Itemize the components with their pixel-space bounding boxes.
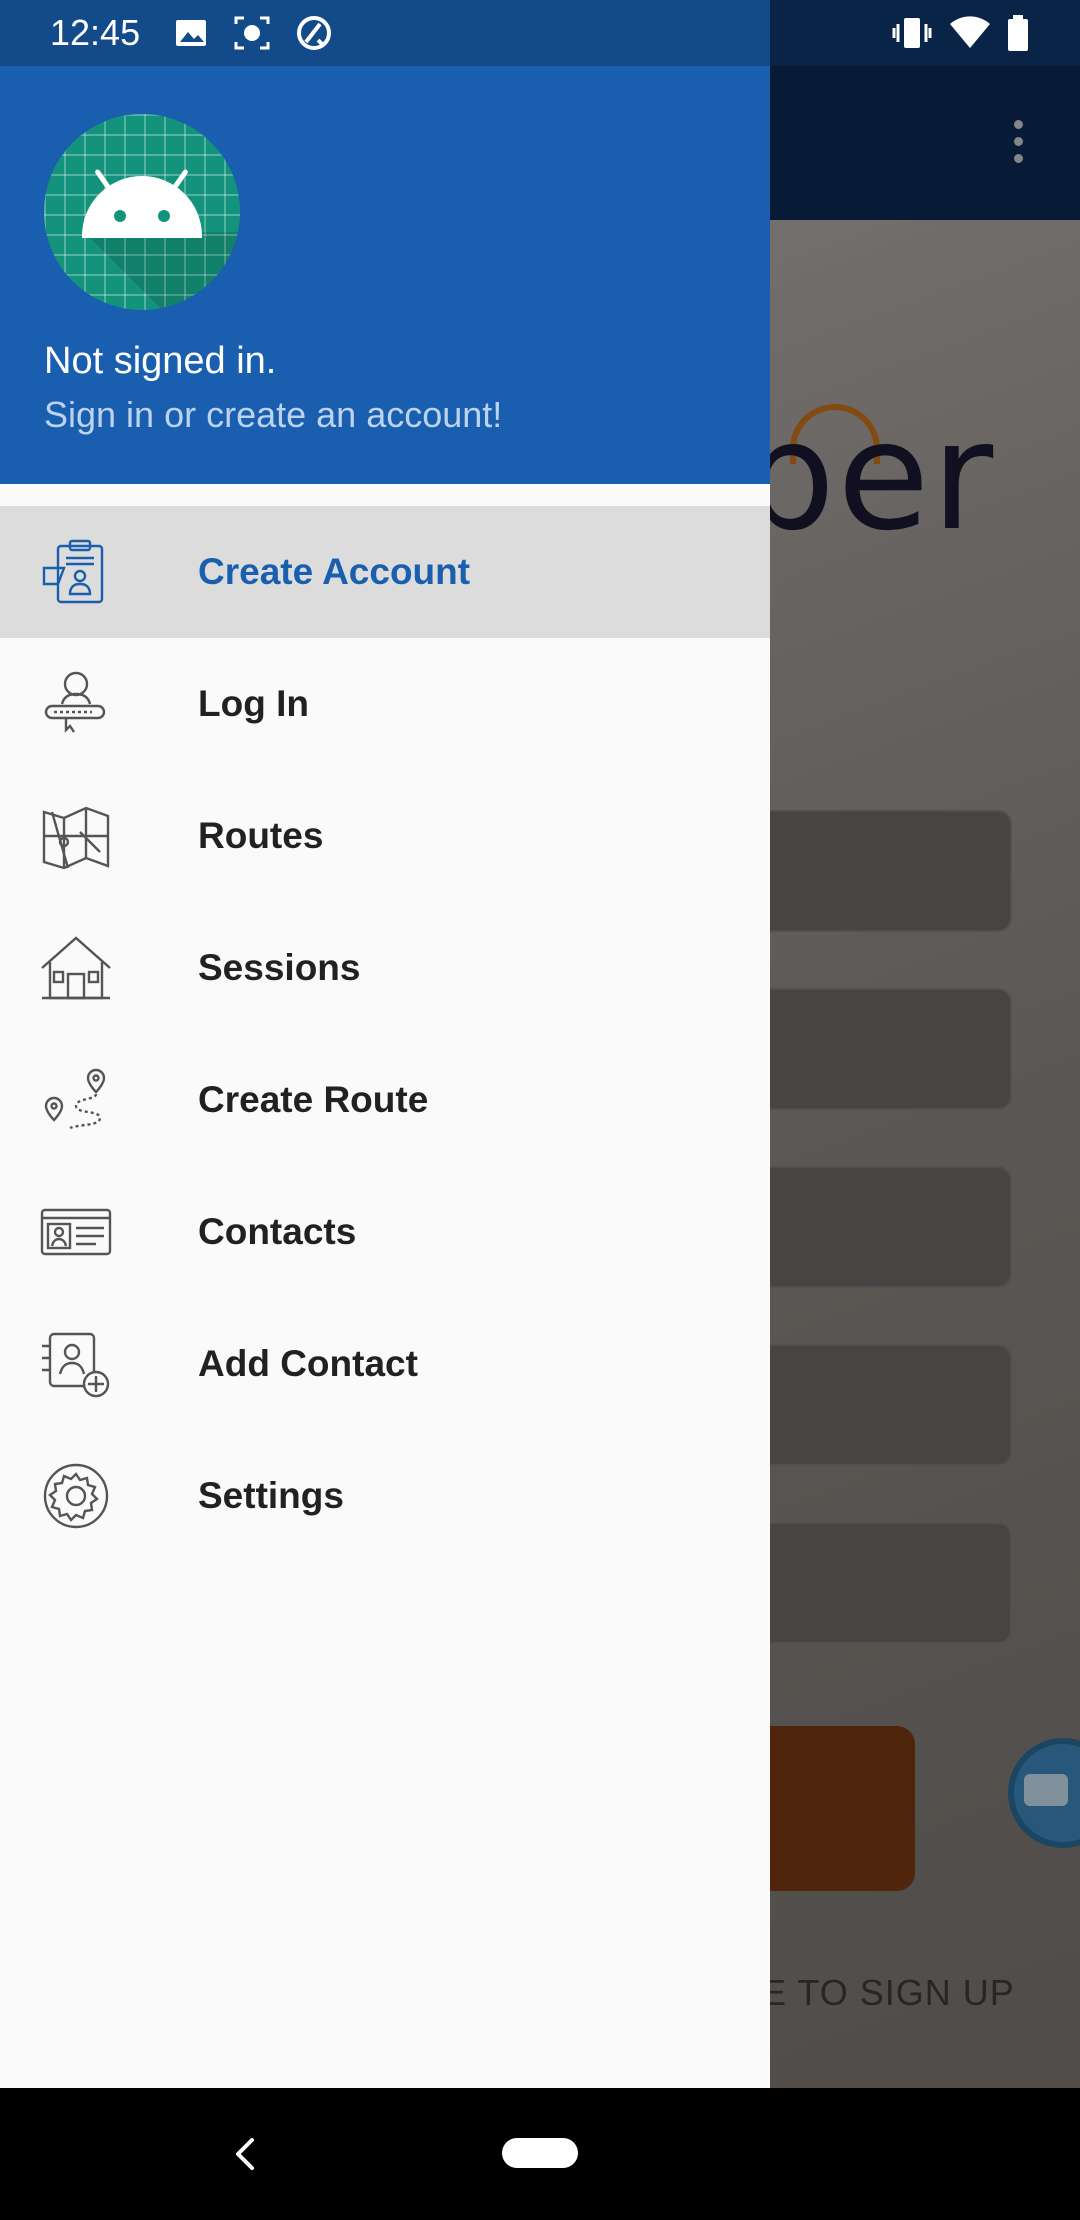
image-icon <box>176 20 206 46</box>
contact-card-icon <box>40 1198 112 1266</box>
screenshot-icon <box>234 16 270 50</box>
menu-item-label: Create Account <box>198 551 471 592</box>
system-nav-bar <box>0 2088 1080 2220</box>
route-pins-icon <box>40 1066 112 1134</box>
create-account-icon <box>40 538 112 606</box>
menu-item-label: Add Contact <box>198 1343 418 1384</box>
menu-item-log-in[interactable]: Log In <box>0 638 770 770</box>
menu-item-label: Settings <box>198 1475 344 1516</box>
menu-item-label: Sessions <box>198 947 361 988</box>
battery-icon <box>1008 15 1028 51</box>
menu-item-label: Routes <box>198 815 324 856</box>
menu-item-create-route[interactable]: Create Route <box>0 1034 770 1166</box>
home-pill[interactable] <box>502 2138 578 2168</box>
add-contact-icon <box>40 1330 112 1398</box>
status-bar: 12:45 <box>0 0 1080 66</box>
menu-item-label: Contacts <box>198 1211 357 1252</box>
sync-icon <box>297 16 331 50</box>
wifi-icon <box>950 16 990 48</box>
drawer-header-subtitle[interactable]: Sign in or create an account! <box>44 394 502 436</box>
menu-item-sessions[interactable]: Sessions <box>0 902 770 1034</box>
login-icon <box>40 670 112 738</box>
menu-item-create-account[interactable]: Create Account <box>0 506 770 638</box>
drawer-header-title: Not signed in. <box>44 340 277 382</box>
house-icon <box>40 934 112 1002</box>
back-icon[interactable] <box>226 2132 266 2176</box>
menu-item-contacts[interactable]: Contacts <box>0 1166 770 1298</box>
map-icon <box>40 802 112 870</box>
navigation-drawer: Not signed in. Sign in or create an acco… <box>0 0 770 2088</box>
drawer-menu: Create Account Log In Routes Sessions Cr… <box>0 506 770 1562</box>
menu-item-label: Create Route <box>198 1079 429 1120</box>
android-avatar-icon <box>44 114 240 310</box>
drawer-header: Not signed in. Sign in or create an acco… <box>0 0 770 484</box>
status-time: 12:45 <box>50 12 141 53</box>
menu-item-settings[interactable]: Settings <box>0 1430 770 1562</box>
menu-item-add-contact[interactable]: Add Contact <box>0 1298 770 1430</box>
vibrate-icon <box>892 18 932 48</box>
menu-item-label: Log In <box>198 683 309 724</box>
gear-icon <box>40 1462 112 1530</box>
menu-item-routes[interactable]: Routes <box>0 770 770 902</box>
